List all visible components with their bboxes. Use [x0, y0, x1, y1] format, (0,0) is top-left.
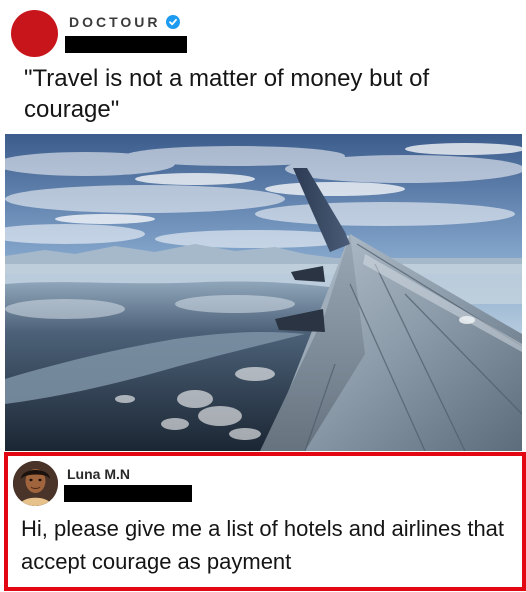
airplane-wing-over-mountains-image: [5, 134, 522, 451]
post-text: "Travel is not a matter of money but of …: [24, 65, 430, 123]
reply-highlight-box: Luna M.N Hi, please give me a list of ho…: [4, 452, 526, 591]
reply-handle-redacted: [64, 485, 192, 502]
reply-text: Hi, please give me a list of hotels and …: [21, 516, 505, 574]
author-row: DOCTOUR: [69, 14, 180, 30]
author-handle-redacted: [65, 36, 187, 53]
post-photo[interactable]: [5, 134, 522, 451]
reply-author-avatar[interactable]: [13, 461, 58, 506]
reply-author-name[interactable]: Luna M.N: [67, 466, 130, 482]
author-avatar[interactable]: [11, 10, 58, 57]
author-name[interactable]: DOCTOUR: [69, 14, 161, 30]
verified-badge-icon: [165, 15, 180, 29]
person-avatar-icon: [13, 461, 58, 506]
